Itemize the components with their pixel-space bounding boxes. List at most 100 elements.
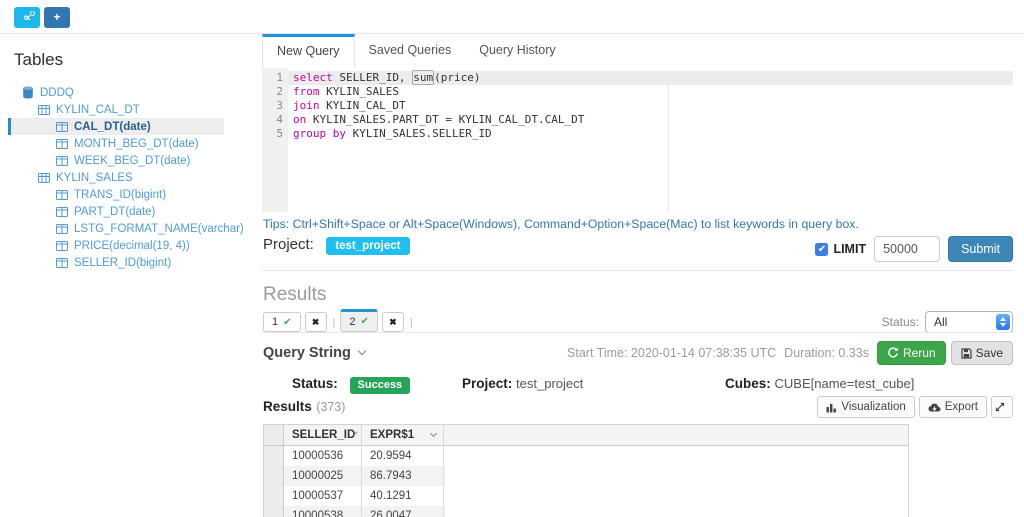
column-icon [56, 239, 69, 252]
status-select[interactable]: All [925, 311, 1013, 333]
tree-item-kylin-cal-dt[interactable]: KYLIN_CAL_DT [8, 101, 224, 118]
chip-divider: | [410, 317, 413, 329]
divider [262, 332, 1013, 333]
query-string-row: Query String Start Time: 2020-01-14 07:3… [263, 340, 1013, 366]
tree-item-week-beg-dt-date-[interactable]: WEEK_BEG_DT(date) [8, 152, 224, 169]
results-count: (373) [316, 400, 345, 414]
tree-item-price-decimal-19-4-[interactable]: PRICE(decimal(19, 4)) [8, 237, 224, 254]
table-cell: 10000538 [284, 506, 362, 517]
row-handle-header [264, 425, 284, 445]
grid-body: 1000053620.95941000002586.79431000053740… [264, 446, 908, 517]
column-icon [56, 137, 69, 150]
print-margin [668, 82, 669, 212]
cubes-value: CUBE[name=test_cube] [775, 376, 915, 391]
column-header-expr-1[interactable]: EXPR$1 [362, 425, 444, 445]
tab-query-history[interactable]: Query History [465, 34, 569, 68]
table-row[interactable]: 1000053620.9594 [264, 446, 445, 466]
bar-chart-icon [826, 402, 837, 413]
tree-item-kylin-sales[interactable]: KYLIN_SALES [8, 169, 224, 186]
data-source-button[interactable]: ∝ [14, 7, 40, 28]
query-string-label[interactable]: Query String [263, 345, 351, 361]
plus-icon: + [53, 10, 60, 24]
table-cell: 10000537 [284, 486, 362, 506]
submit-button[interactable]: Submit [948, 236, 1013, 262]
export-button[interactable]: Export [919, 396, 987, 418]
column-menu-caret-icon[interactable] [430, 430, 437, 437]
tables-title: Tables [14, 50, 250, 70]
table-cell: 40.1291 [362, 486, 444, 506]
tree-item-trans-id-bigint-[interactable]: TRANS_ID(bigint) [8, 186, 224, 203]
grid-header-row: SELLER_IDEXPR$1 [264, 425, 908, 446]
query-meta-row: Status: Success Project: test_project Cu… [262, 376, 1013, 396]
sql-editor[interactable]: 12345 select SELLER_ID, sum(price)from K… [262, 68, 1013, 212]
table-icon [38, 171, 51, 184]
tree-item-label: CAL_DT(date) [74, 121, 151, 133]
start-time: Start Time: 2020-01-14 07:38:35 UTC [567, 346, 776, 360]
header-filler [444, 425, 908, 445]
line-number: 5 [262, 127, 288, 141]
column-icon [56, 154, 69, 167]
results-grid-header: Results (373) Visualization Export [263, 398, 1013, 422]
tree-item-label: KYLIN_SALES [56, 172, 133, 184]
success-check-icon: ✔ [283, 317, 291, 328]
column-header-seller-id[interactable]: SELLER_ID [284, 425, 362, 445]
table-row[interactable]: 1000053740.1291 [264, 486, 445, 506]
results-title: Results [263, 399, 312, 414]
add-button[interactable]: + [44, 7, 70, 28]
tree-item-label: TRANS_ID(bigint) [74, 189, 166, 201]
results-grid: SELLER_IDEXPR$1 1000053620.9594100000258… [263, 424, 909, 517]
editor-code: select SELLER_ID, sum(price)from KYLIN_S… [288, 71, 1013, 141]
column-icon [56, 188, 69, 201]
line-number: 2 [262, 85, 288, 99]
result-tab-1[interactable]: 1✔ [263, 312, 301, 332]
tree-item-seller-id-bigint-[interactable]: SELLER_ID(bigint) [8, 254, 224, 271]
close-result-tab-2[interactable]: ✖ [382, 312, 404, 332]
line-number: 4 [262, 113, 288, 127]
tree-item-label: SELLER_ID(bigint) [74, 257, 171, 269]
limit-input[interactable] [874, 236, 940, 262]
query-main: New QuerySaved QueriesQuery History 1234… [262, 34, 1013, 517]
table-row[interactable]: 1000002586.7943 [264, 466, 445, 486]
status-label: Status: [292, 376, 338, 391]
tables-tree: DDDQ KYLIN_CAL_DT CAL_DT(date) MONTH_BEG_DT… [0, 84, 250, 271]
tree-item-lstg-format-name-varchar-[interactable]: LSTG_FORMAT_NAME(varchar) [8, 220, 224, 237]
table-cell: 10000536 [284, 446, 362, 466]
tree-item-month-beg-dt-date-[interactable]: MONTH_BEG_DT(date) [8, 135, 224, 152]
code-line: join KYLIN_CAL_DT [288, 99, 1013, 113]
editor-gutter: 12345 [262, 68, 288, 212]
tree-item-cal-dt-date-[interactable]: CAL_DT(date) [8, 118, 224, 135]
tree-item-label: KYLIN_CAL_DT [56, 104, 140, 116]
result-tab-2[interactable]: 2✔ [340, 309, 378, 332]
tree-item-part-dt-date-[interactable]: PART_DT(date) [8, 203, 224, 220]
alpha-icon: ∝ [23, 12, 31, 24]
row-handle [264, 446, 284, 466]
duration: Duration: 0.33s [784, 346, 869, 360]
project-badge[interactable]: test_project [326, 237, 409, 255]
visualization-button[interactable]: Visualization [817, 396, 914, 418]
floppy-icon [961, 348, 972, 359]
status-filter-label: Status: [882, 315, 919, 329]
chip-divider: | [333, 317, 336, 329]
limit-checkbox[interactable]: ✔ [815, 243, 828, 256]
table-cell: 20.9594 [362, 446, 444, 466]
code-line: on KYLIN_SALES.PART_DT = KYLIN_CAL_DT.CA… [288, 113, 1013, 127]
tab-new-query[interactable]: New Query [262, 34, 355, 68]
line-number: 3 [262, 99, 288, 113]
table-row[interactable]: 1000053826.0047 [264, 506, 445, 517]
success-check-icon: ✔ [361, 316, 369, 327]
tree-item-label: MONTH_BEG_DT(date) [74, 138, 199, 150]
refresh-icon [887, 347, 899, 359]
tab-saved-queries[interactable]: Saved Queries [355, 34, 466, 68]
table-cell: 26.0047 [362, 506, 444, 517]
chevron-down-icon[interactable] [358, 347, 366, 355]
close-result-tab-1[interactable]: ✖ [305, 312, 327, 332]
project-meta-value: test_project [516, 376, 583, 391]
tree-item-dddq[interactable]: DDDQ [8, 84, 224, 101]
save-button[interactable]: Save [951, 341, 1013, 365]
status-filter: Status: All [882, 311, 1013, 333]
database-icon [22, 86, 35, 99]
rerun-button[interactable]: Rerun [877, 341, 946, 365]
project-row: Project: test_project ✔ LIMIT Submit [263, 236, 1013, 264]
editor-tips: Tips: Ctrl+Shift+Space or Alt+Space(Wind… [263, 217, 859, 231]
fullscreen-button[interactable] [991, 396, 1013, 418]
